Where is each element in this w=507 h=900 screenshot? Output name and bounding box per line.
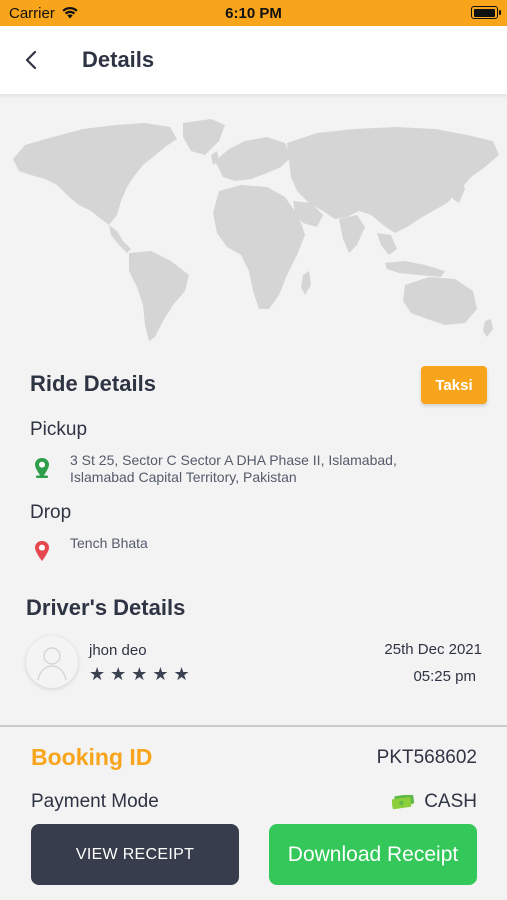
divider [0, 725, 507, 727]
pickup-address-line2: Islamabad Capital Territory, Pakistan [70, 469, 297, 485]
ride-time: 05:25 pm [413, 668, 476, 685]
payment-mode-text: CASH [424, 791, 477, 812]
vehicle-type-badge[interactable]: Taksi [421, 366, 487, 404]
driver-avatar [26, 636, 78, 688]
view-receipt-button[interactable]: VIEW RECEIPT [31, 824, 239, 885]
chevron-left-icon[interactable] [18, 46, 46, 74]
world-map [13, 119, 499, 341]
user-placeholder-icon [37, 647, 67, 681]
payment-mode-value: CASH [392, 791, 477, 813]
battery-icon [471, 6, 501, 19]
driver-details-title: Driver's Details [26, 595, 186, 620]
driver-name: jhon deo [89, 642, 147, 659]
download-receipt-button[interactable]: Download Receipt [269, 824, 477, 885]
rating-stars: ★★★★★ [89, 664, 195, 684]
status-time: 6:10 PM [225, 5, 282, 22]
booking-id-label: Booking ID [31, 744, 153, 770]
pickup-address-line1: 3 St 25, Sector C Sector A DHA Phase II,… [70, 452, 397, 468]
booking-id-value: PKT568602 [376, 747, 477, 768]
pickup-label: Pickup [30, 419, 88, 440]
drop-address: Tench Bhata [70, 535, 148, 551]
pickup-pin-icon [35, 458, 49, 478]
drop-pin-icon [35, 541, 49, 561]
navigation-header: Details [0, 26, 507, 94]
ride-date: 25th Dec 2021 [384, 641, 482, 658]
ride-details-title: Ride Details [30, 371, 156, 396]
page-title: Details [82, 47, 155, 72]
status-bar: Carrier 6:10 PM [0, 0, 507, 26]
drop-label: Drop [30, 502, 72, 523]
cash-icon [392, 795, 415, 809]
payment-mode-label: Payment Mode [31, 791, 159, 812]
